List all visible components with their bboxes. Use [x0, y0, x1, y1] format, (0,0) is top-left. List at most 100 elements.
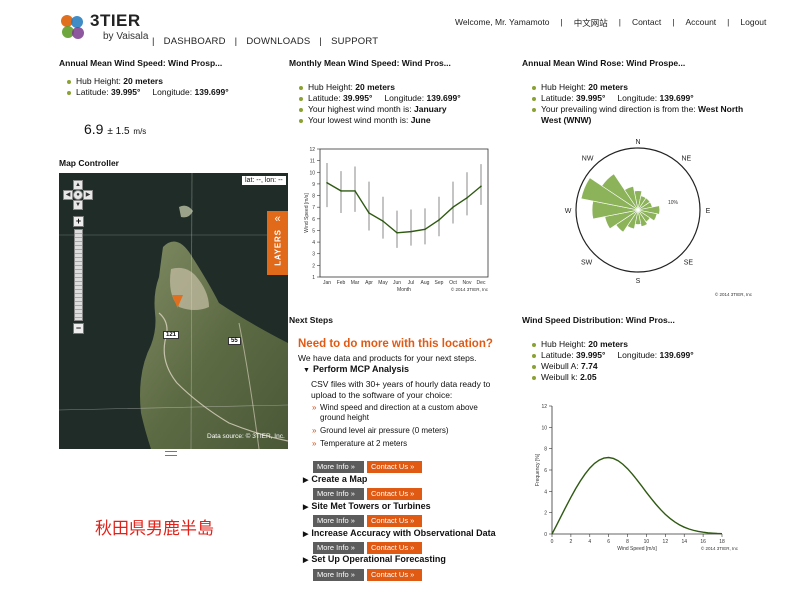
caret-down-icon: ▼	[303, 367, 310, 374]
rose-ring-label: 10%	[668, 200, 679, 206]
nav-chinese-site[interactable]: 中文网站	[574, 17, 608, 29]
lowest-month-row: Your lowest wind month is: June	[297, 115, 461, 126]
y-tick-label: 10	[309, 170, 315, 176]
x-tick-label: 4	[588, 539, 591, 545]
x-tick-label: Apr	[365, 280, 373, 286]
contact-us-button[interactable]: Contact Us »	[367, 461, 422, 473]
site-towers-toggle[interactable]: ▶ Site Met Towers or Turbines	[303, 501, 431, 511]
nav-separator: |	[727, 17, 730, 27]
lat-lng-row: Latitude: 39.995° Longitude: 139.699°	[65, 87, 229, 98]
create-map-toggle[interactable]: ▶ Create a Map	[303, 474, 367, 484]
x-tick-label: Jul	[408, 280, 414, 286]
distribution-title[interactable]: Wind Speed Distribution: Wind Pros...	[522, 315, 675, 325]
speed-unit: m/s	[133, 127, 147, 136]
increase-accuracy-label: Increase Accuracy with Observational Dat…	[311, 528, 496, 538]
pan-control[interactable]: ▲ ◀ ● ▶ ▼	[63, 180, 93, 210]
nav-support[interactable]: SUPPORT	[331, 36, 378, 47]
pan-center-icon[interactable]: ●	[73, 190, 83, 200]
nav-downloads[interactable]: DOWNLOADS	[246, 36, 310, 47]
y-tick-label: 12	[541, 404, 547, 410]
x-tick-label: 12	[663, 539, 669, 545]
speed-uncertainty: ± 1.5	[107, 126, 130, 137]
more-info-button[interactable]: More Info »	[313, 461, 364, 473]
y-tick-label: 5	[312, 228, 315, 234]
y-tick-label: 6	[312, 217, 315, 223]
nav-account[interactable]: Account	[685, 17, 716, 29]
y-tick-label: 4	[312, 240, 315, 246]
route-shield: 121	[163, 331, 180, 339]
monthly-title[interactable]: Monthly Mean Wind Speed: Wind Pros...	[289, 58, 451, 68]
annual-speed-title[interactable]: Annual Mean Wind Speed: Wind Prosp...	[59, 58, 222, 68]
data-point	[396, 231, 398, 234]
contact-us-button[interactable]: Contact Us »	[367, 515, 422, 527]
y-tick-label: 8	[312, 194, 315, 200]
x-tick-label: Mar	[351, 280, 360, 286]
x-tick-label: Feb	[337, 280, 346, 286]
lng-label: Longitude:	[384, 93, 425, 103]
data-point	[326, 181, 328, 184]
compass-label: E	[706, 208, 711, 215]
data-point	[368, 212, 370, 214]
zoom-out-button[interactable]: −	[73, 323, 84, 334]
nav-separator: |	[618, 17, 621, 27]
lowest-value: June	[410, 115, 431, 125]
weibull-k-row: Weibull k: 2.05	[530, 372, 694, 383]
lat-lng-row: Latitude: 39.995° Longitude: 139.699°	[530, 93, 760, 104]
nav-contact[interactable]: Contact	[632, 17, 661, 29]
data-point	[424, 228, 426, 231]
x-tick-label: 6	[607, 539, 610, 545]
pan-up-icon[interactable]: ▲	[73, 180, 83, 190]
pan-down-icon[interactable]: ▼	[73, 200, 83, 210]
highest-value: January	[414, 104, 447, 114]
more-info-button[interactable]: More Info »	[313, 542, 364, 554]
hub-value: 20 meters	[588, 339, 628, 349]
zoom-slider[interactable]	[74, 229, 83, 321]
x-tick-label: Jun	[393, 280, 401, 286]
y-tick-label: 8	[544, 447, 547, 453]
distribution-info: Hub Height: 20 meters Latitude: 39.995° L…	[530, 339, 694, 383]
next-steps-intro: We have data and products for your next …	[298, 353, 477, 363]
y-tick-label: 6	[544, 468, 547, 474]
map-view[interactable]	[59, 173, 288, 449]
logo-icon	[61, 15, 84, 39]
nav-dashboard[interactable]: DASHBOARD	[164, 36, 226, 47]
y-tick-label: 3	[312, 252, 315, 258]
highest-label: Your highest wind month is:	[308, 104, 412, 114]
layers-tab[interactable]: « LAYERS	[267, 211, 288, 275]
lng-value: 139.699°	[659, 350, 694, 360]
contact-us-button[interactable]: Contact Us »	[367, 569, 422, 581]
pan-right-icon[interactable]: ▶	[83, 190, 93, 200]
zoom-in-button[interactable]: +	[73, 216, 84, 227]
lat-lng-row: Latitude: 39.995° Longitude: 139.699°	[530, 350, 694, 361]
wind-distribution-chart: 0 2 4 6 8 10 12 0 2 4 6 8 10 12 14 16 18 Wind Speed [m/s]…	[535, 404, 739, 552]
pan-left-icon[interactable]: ◀	[63, 190, 73, 200]
x-tick-label: 10	[644, 539, 650, 545]
more-info-button[interactable]: More Info »	[313, 569, 364, 581]
welcome-text: Welcome, Mr. Yamamoto	[455, 17, 550, 27]
rose-title[interactable]: Annual Mean Wind Rose: Wind Prospe...	[522, 58, 685, 68]
mcp-actions: More Info » Contact Us »	[313, 461, 422, 473]
map-resize-handle[interactable]	[165, 451, 177, 456]
lng-value: 139.699°	[194, 87, 229, 97]
y-axis-label: Frequency [%]	[535, 453, 541, 486]
more-info-button[interactable]: More Info »	[313, 488, 364, 500]
y-tick-label: 2	[312, 263, 315, 269]
nav-separator: |	[319, 36, 323, 47]
hub-value: 20 meters	[355, 82, 395, 92]
increase-accuracy-toggle[interactable]: ▶ Increase Accuracy with Observational Da…	[303, 528, 496, 538]
forecasting-toggle[interactable]: ▶ Set Up Operational Forecasting	[303, 554, 446, 564]
lat-label: Latitude:	[76, 87, 109, 97]
hub-label: Hub Height:	[541, 82, 586, 92]
compass-label: NW	[582, 156, 594, 163]
nav-logout[interactable]: Logout	[740, 17, 766, 29]
lng-value: 139.699°	[426, 93, 461, 103]
contact-us-button[interactable]: Contact Us »	[367, 542, 422, 554]
more-info-button[interactable]: More Info »	[313, 515, 364, 527]
y-axis-label: Wind Speed [m/s]	[304, 193, 310, 233]
lat-value: 39.995°	[576, 350, 606, 360]
contact-us-button[interactable]: Contact Us »	[367, 488, 422, 500]
lat-label: Latitude:	[541, 350, 574, 360]
lat-label: Latitude:	[308, 93, 341, 103]
perform-mcp-toggle[interactable]: ▼ Perform MCP Analysis	[303, 364, 409, 374]
data-point	[466, 197, 468, 199]
